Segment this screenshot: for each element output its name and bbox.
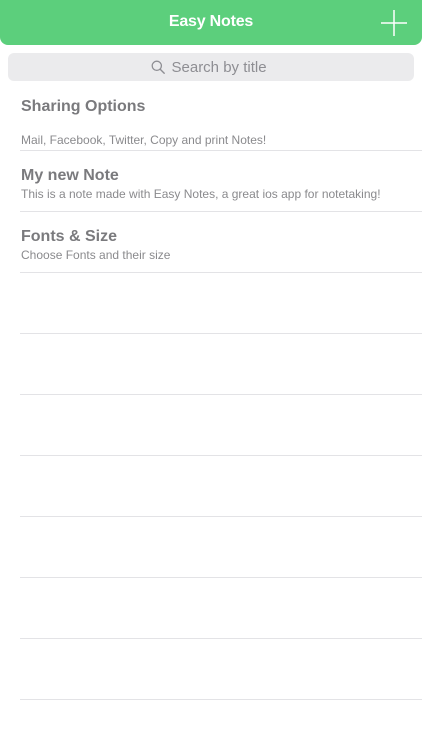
note-row[interactable]: Fonts & Size Choose Fonts and their size: [0, 212, 422, 273]
empty-row: [0, 456, 422, 517]
note-subtitle: This is a note made with Easy Notes, a g…: [21, 187, 381, 201]
empty-row: [0, 395, 422, 456]
row-divider: [20, 699, 422, 700]
add-note-button[interactable]: [380, 9, 408, 37]
empty-row: [0, 334, 422, 395]
search-icon: [151, 60, 165, 74]
note-subtitle: Choose Fonts and their size: [21, 248, 171, 262]
note-title: Fonts & Size: [21, 228, 118, 245]
empty-row: [0, 578, 422, 639]
note-title: My new Note: [21, 167, 119, 184]
app-title: Easy Notes: [168, 13, 254, 30]
note-row[interactable]: Sharing Options Mail, Facebook, Twitter,…: [0, 90, 422, 151]
search-input[interactable]: [171, 58, 272, 76]
search-bar[interactable]: [8, 53, 414, 81]
plus-icon: [381, 10, 407, 36]
nav-bar: Easy Notes: [0, 0, 422, 45]
note-subtitle: Mail, Facebook, Twitter, Copy and print …: [21, 133, 267, 147]
note-title: Sharing Options: [21, 98, 146, 115]
note-row[interactable]: My new Note This is a note made with Eas…: [0, 151, 422, 212]
empty-row: [0, 517, 422, 578]
empty-row: [0, 639, 422, 700]
empty-row: [0, 273, 422, 334]
notes-list: Sharing Options Mail, Facebook, Twitter,…: [0, 90, 422, 700]
